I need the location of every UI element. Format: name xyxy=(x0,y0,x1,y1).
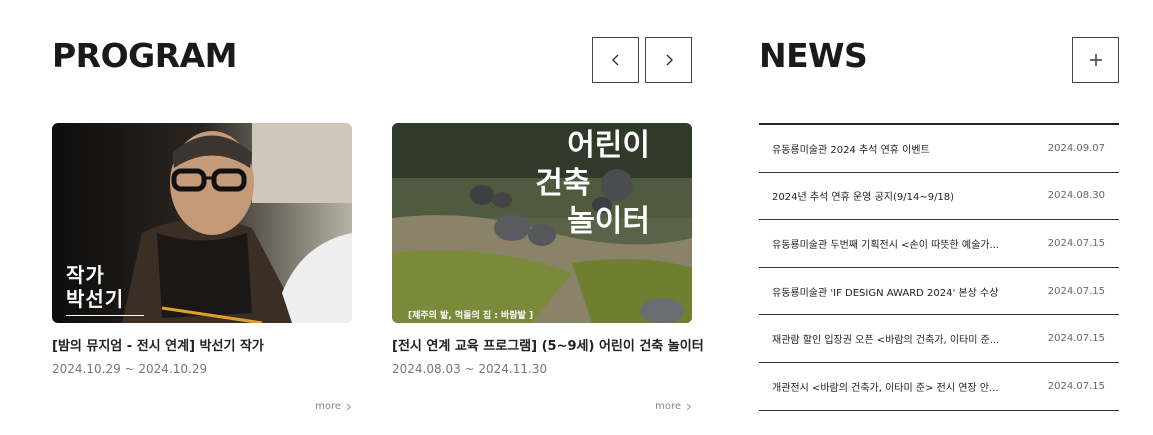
program-card-image[interactable]: 작가 박선기 xyxy=(52,123,352,323)
card-image-overlay-text: 작가 박선기 xyxy=(66,263,124,311)
more-link[interactable]: more xyxy=(315,401,352,412)
news-section-title: NEWS xyxy=(759,36,868,75)
news-more-button[interactable] xyxy=(1072,37,1119,83)
program-card[interactable]: 어린이 건축 놀이터 [제주의 밭, 먹돌의 집 : 바람밭 ] [전시 연계 … xyxy=(392,123,704,412)
next-button[interactable] xyxy=(645,37,692,83)
chevron-right-icon xyxy=(686,403,692,410)
news-item[interactable]: 2024년 추석 연휴 운영 공지(9/14~9/18) 2024.08.30 xyxy=(759,173,1119,221)
news-item-date: 2024.07.15 xyxy=(1047,285,1105,297)
news-item-title: 개관전시 <바람의 건축가, 이타미 준> 전시 연장 안... xyxy=(772,382,999,394)
news-item-title: 2024년 추석 연휴 운영 공지(9/14~9/18) xyxy=(772,192,955,204)
card-image-overlay-text: 어린이 건축 놀이터 xyxy=(535,127,650,241)
overlay-line: 건축 xyxy=(535,166,591,201)
news-item-title: 유동룡미술관 'IF DESIGN AWARD 2024' 본상 수상 xyxy=(772,287,999,299)
card-image-caption: [제주의 밭, 먹돌의 집 : 바람밭 ] xyxy=(408,311,534,321)
program-card[interactable]: 작가 박선기 [밤의 뮤지엄 - 전시 연계] 박선기 작가 2024.10.2… xyxy=(52,123,352,412)
overlay-line: 작가 xyxy=(66,263,105,287)
program-card-title[interactable]: [전시 연계 교육 프로그램] (5~9세) 어린이 건축 놀이터 xyxy=(392,335,704,354)
program-card-date: 2024.08.03 ~ 2024.11.30 xyxy=(392,362,548,376)
plus-icon xyxy=(1089,54,1102,66)
news-item[interactable]: 재관람 할인 입장권 오픈 <바람의 건축가, 이타미 준... 2024.07… xyxy=(759,315,1119,363)
more-label: more xyxy=(315,401,341,412)
program-card-title[interactable]: [밤의 뮤지엄 - 전시 연계] 박선기 작가 xyxy=(52,335,352,354)
program-card-date: 2024.10.29 ~ 2024.10.29 xyxy=(52,362,208,376)
news-list: 유동룡미술관 2024 추석 연휴 이벤트 2024.09.07 2024년 추… xyxy=(759,123,1119,411)
more-label: more xyxy=(655,401,681,412)
overlay-line: 어린이 xyxy=(567,128,650,163)
news-item-date: 2024.07.15 xyxy=(1047,237,1105,249)
news-item[interactable]: 유동룡미술관 'IF DESIGN AWARD 2024' 본상 수상 2024… xyxy=(759,268,1119,316)
overlay-line: 놀이터 xyxy=(567,204,650,239)
chevron-right-icon xyxy=(346,403,352,410)
chevron-left-icon xyxy=(611,54,618,66)
news-item-date: 2024.08.30 xyxy=(1047,190,1105,202)
chevron-right-icon xyxy=(666,54,673,66)
more-link[interactable]: more xyxy=(655,401,692,412)
overlay-underline xyxy=(66,315,144,316)
program-card-image[interactable]: 어린이 건축 놀이터 [제주의 밭, 먹돌의 집 : 바람밭 ] xyxy=(392,123,692,323)
news-item-date: 2024.07.15 xyxy=(1047,380,1105,392)
news-item[interactable]: 유동룡미술관 2024 추석 연휴 이벤트 2024.09.07 xyxy=(759,125,1119,173)
news-item-date: 2024.09.07 xyxy=(1047,142,1105,154)
news-item[interactable]: 유동룡미술관 두번째 기획전시 <손이 따뜻한 예술가... 2024.07.1… xyxy=(759,220,1119,268)
program-section-title: PROGRAM xyxy=(52,36,238,75)
overlay-line: 박선기 xyxy=(66,287,125,311)
news-item[interactable]: 개관전시 <바람의 건축가, 이타미 준> 전시 연장 안... 2024.07… xyxy=(759,363,1119,411)
news-item-title: 재관람 할인 입장권 오픈 <바람의 건축가, 이타미 준... xyxy=(772,335,1000,347)
news-item-title: 유동룡미술관 두번째 기획전시 <손이 따뜻한 예술가... xyxy=(772,239,1000,251)
news-item-title: 유동룡미술관 2024 추석 연휴 이벤트 xyxy=(772,144,930,156)
prev-button[interactable] xyxy=(592,37,639,83)
news-item-date: 2024.07.15 xyxy=(1047,333,1105,345)
